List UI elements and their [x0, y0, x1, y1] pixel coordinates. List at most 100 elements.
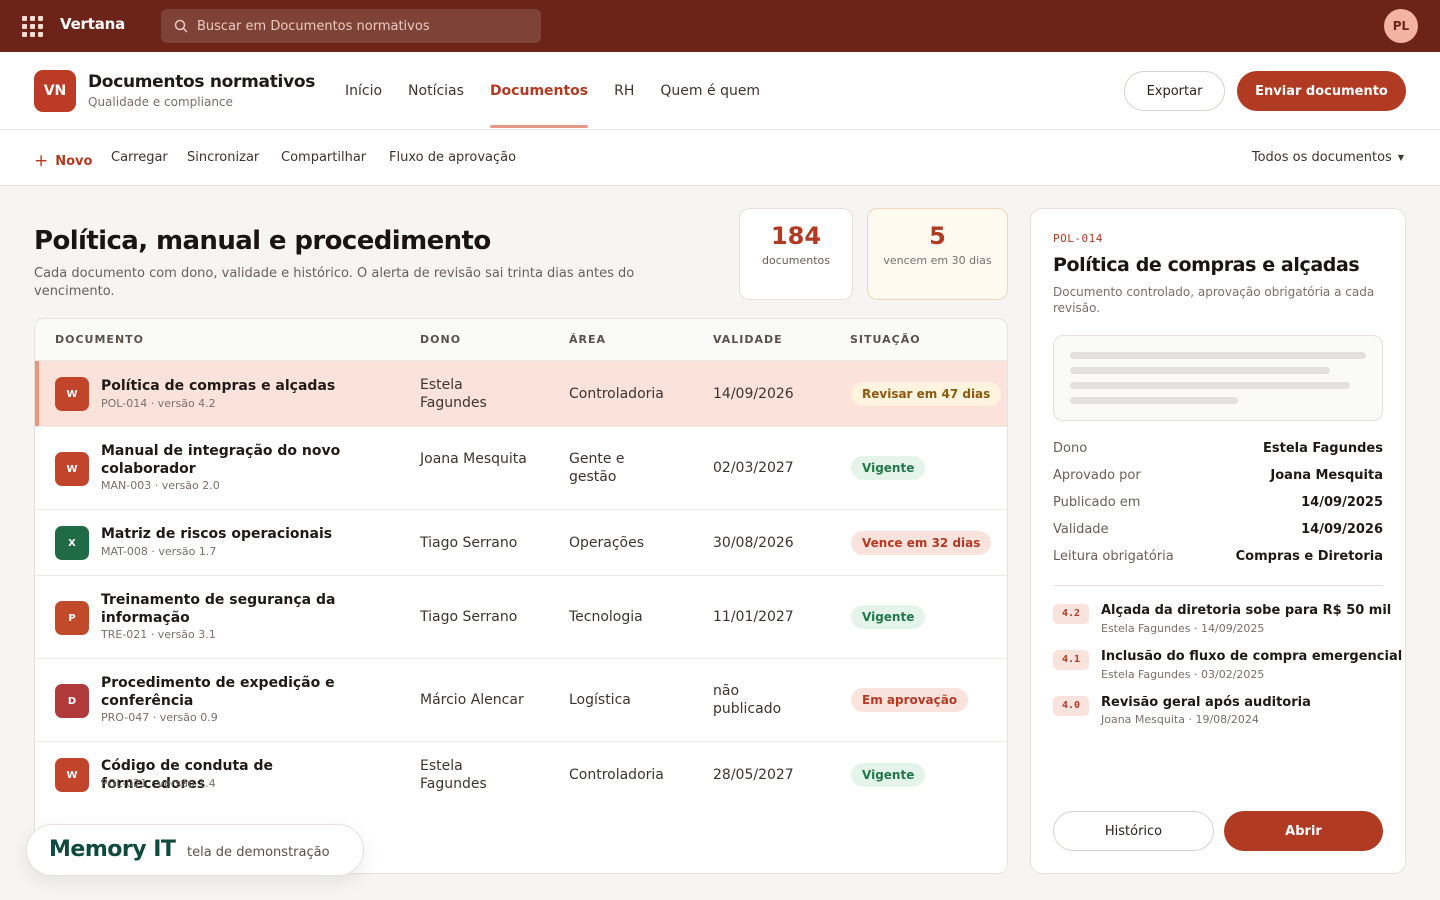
nav-rh[interactable]: RH [614, 52, 634, 130]
site-logo[interactable]: VN [34, 70, 76, 112]
meta-value-published: 14/09/2025 [1301, 495, 1383, 510]
version-tag: 4.2 [1053, 604, 1089, 624]
meta-value-owner: Estela Fagundes [1263, 441, 1383, 456]
document-code: TRE-021 · versão 3.1 [101, 628, 216, 641]
nav-quem-e-quem[interactable]: Quem é quem [660, 52, 760, 130]
col-validade[interactable]: VALIDADE [713, 333, 783, 346]
col-documento[interactable]: DOCUMENTO [55, 333, 144, 346]
meta-label-validity: Validade [1053, 522, 1109, 537]
detail-code: POL-014 [1053, 232, 1103, 245]
plus-icon: + [34, 151, 49, 171]
search-input[interactable] [197, 18, 527, 34]
page-title: Política, manual e procedimento [34, 226, 491, 256]
nav-documentos[interactable]: Documentos [489, 52, 589, 130]
document-area: Logística [569, 692, 631, 708]
document-validity: 02/03/2027 [713, 460, 794, 476]
document-code: MAN-003 · versão 2.0 [101, 479, 220, 492]
col-dono[interactable]: DONO [420, 333, 461, 346]
nav-inicio[interactable]: Início [345, 52, 382, 130]
status-badge: Revisar em 47 dias [851, 382, 1002, 406]
document-name[interactable]: Matriz de riscos operacionais [101, 525, 351, 543]
send-document-button[interactable]: Enviar documento [1237, 71, 1406, 111]
document-details-panel: POL-014 Política de compras e alçadas Do… [1030, 208, 1406, 874]
stat-expiring-documents: 5 vencem em 30 dias [867, 208, 1008, 300]
table-row[interactable]: D Procedimento de expedição e conferênci… [35, 659, 1007, 742]
document-area: Tecnologia [569, 609, 643, 625]
export-button[interactable]: Exportar [1124, 71, 1225, 111]
document-owner: Tiago Serrano [420, 535, 518, 551]
version-tag: 4.1 [1053, 650, 1089, 670]
document-code: MAT-008 · versão 1.7 [101, 545, 217, 558]
demo-brand: Memory IT [49, 837, 176, 862]
upload-button[interactable]: Carregar [111, 150, 168, 165]
document-owner: Estela Fagundes [420, 758, 487, 792]
version-tag: 4.0 [1053, 696, 1089, 716]
status-badge: Em aprovação [851, 688, 969, 712]
meta-label-approved-by: Aprovado por [1053, 468, 1141, 483]
table-row[interactable]: W Política de compras e alçadas POL-014 … [35, 361, 1007, 427]
nav-noticias[interactable]: Notícias [408, 52, 464, 130]
version-title[interactable]: Alçada da diretoria sobe para R$ 50 mil [1101, 603, 1391, 618]
document-area: Operações [569, 535, 645, 551]
table-row[interactable]: W Manual de integração do novo colaborad… [35, 427, 1007, 510]
detail-title: Política de compras e alçadas [1053, 254, 1360, 276]
share-button[interactable]: Compartilhar [281, 150, 366, 165]
detail-description: Documento controlado, aprovação obrigató… [1053, 285, 1375, 315]
search-box[interactable] [161, 9, 541, 43]
version-title[interactable]: Revisão geral após auditoria [1101, 695, 1311, 710]
documents-table: DOCUMENTO DONO ÁREA VALIDADE SITUAÇÃO W … [34, 318, 1008, 874]
meta-label-published: Publicado em [1053, 495, 1141, 510]
divider [1053, 585, 1383, 586]
history-button[interactable]: Histórico [1053, 811, 1214, 851]
open-button[interactable]: Abrir [1224, 811, 1383, 851]
meta-value-mandatory-reading: Compras e Diretoria [1235, 549, 1383, 564]
stat-total-documents: 184 documentos [739, 208, 853, 300]
word-file-icon: W [55, 452, 89, 486]
table-row[interactable]: P Treinamento de segurança da informação… [35, 576, 1007, 659]
page-description: Cada documento com dono, validade e hist… [34, 266, 635, 299]
document-owner: Tiago Serrano [420, 609, 518, 625]
document-area: Gente e gestão [569, 451, 625, 485]
document-name[interactable]: Manual de integração do novo colaborador [101, 442, 351, 478]
new-button[interactable]: + Novo [34, 150, 92, 171]
user-avatar[interactable]: PL [1384, 9, 1418, 43]
document-preview[interactable] [1053, 335, 1383, 421]
meta-label-owner: Dono [1053, 441, 1088, 456]
version-title[interactable]: Inclusão do fluxo de compra emergencial [1101, 649, 1402, 664]
document-validity: 28/05/2027 [713, 767, 794, 783]
sync-button[interactable]: Sincronizar [187, 150, 259, 165]
search-icon [174, 19, 188, 33]
demo-badge: Memory IT tela de demonstração [26, 824, 364, 876]
document-validity: 30/08/2026 [713, 535, 794, 551]
meta-value-validity: 14/09/2026 [1301, 522, 1383, 537]
document-name[interactable]: Procedimento de expedição e conferência [101, 674, 351, 710]
brand-name: Vertana [60, 15, 126, 33]
table-row[interactable]: W Código de conduta de fornecedores POL-… [35, 742, 1007, 808]
document-owner: Estela Fagundes [420, 377, 487, 411]
view-filter-dropdown[interactable]: Todos os documentos ▼ [1252, 150, 1404, 165]
document-owner: Márcio Alencar [420, 692, 524, 708]
document-name[interactable]: Treinamento de segurança da informação [101, 591, 351, 627]
app-launcher-icon[interactable] [22, 16, 43, 37]
word-file-icon: W [55, 377, 89, 411]
demo-subtitle: tela de demonstração [187, 845, 330, 860]
document-name[interactable]: Política de compras e alçadas [101, 377, 351, 395]
table-header: DOCUMENTO DONO ÁREA VALIDADE SITUAÇÃO [35, 319, 1007, 361]
app-header: VN Documentos normativos Qualidade e com… [0, 52, 1440, 130]
document-validity: 14/09/2026 [713, 386, 794, 402]
version-meta: Joana Mesquita · 19/08/2024 [1101, 713, 1259, 726]
document-owner: Joana Mesquita [420, 451, 527, 467]
pdf-file-icon: D [55, 684, 89, 718]
table-row[interactable]: X Matriz de riscos operacionais MAT-008 … [35, 510, 1007, 576]
col-area[interactable]: ÁREA [569, 333, 606, 346]
document-area: Controladoria [569, 767, 664, 783]
document-code: PRO-047 · versão 0.9 [101, 711, 218, 724]
version-meta: Estela Fagundes · 14/09/2025 [1101, 622, 1265, 635]
status-badge: Vigente [851, 605, 926, 629]
word-file-icon: W [55, 758, 89, 792]
status-badge: Vigente [851, 456, 926, 480]
approval-flow-button[interactable]: Fluxo de aprovação [389, 150, 516, 165]
col-situacao[interactable]: SITUAÇÃO [850, 333, 921, 346]
document-code: POL-021 · versão 1.4 [101, 777, 216, 790]
document-validity: não publicado [713, 683, 782, 717]
